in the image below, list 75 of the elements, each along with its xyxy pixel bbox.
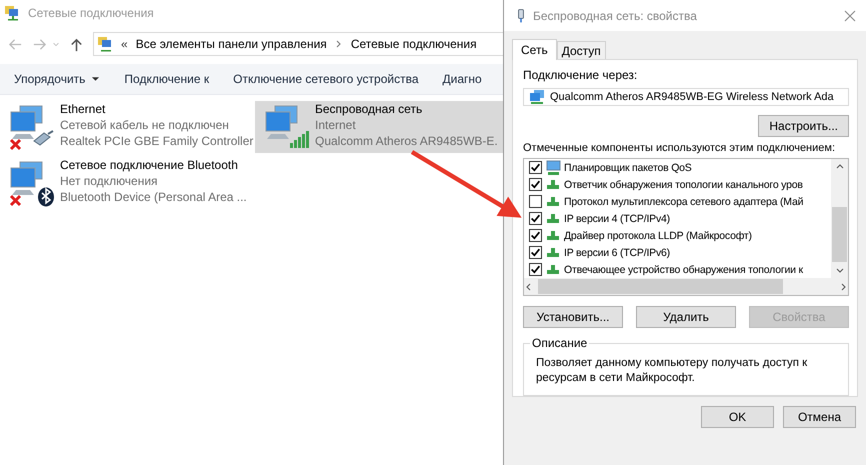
connection-status: Internet [315,117,357,133]
tab[interactable]: Доступ [556,41,606,59]
toolbar-button[interactable]: Отключение сетевого устройства [225,68,426,90]
connection-status: Нет подключения [60,173,159,189]
component-label: IP версии 6 (TCP/IPv6) [564,246,670,258]
close-icon[interactable] [844,10,856,22]
connection-status: Сетевой кабель не подключен [60,117,230,133]
group-title: Описание [530,336,590,350]
checkbox[interactable] [529,263,542,276]
component-label: Планировщик пакетов QoS [564,162,692,174]
component-item[interactable]: IP версии 6 (TCP/IPv6) [529,244,831,261]
adapter-name: Qualcomm Atheros AR9485WB-EG Wireless Network Ada [550,91,834,103]
caret-icon [91,76,100,82]
network-protocol-icon [547,214,559,223]
device-name: Qualcomm Atheros AR9485WB-E. [315,133,498,149]
description-text: Позволяет данному компьютеру получать доступ к ресурсам в сети Майкрософт. [536,356,808,386]
connection-item[interactable]: Сетевое подключение Bluetooth Нет подключения Bluetooth Device (Personal Area ... [0,157,255,209]
network-protocol-icon [547,265,559,274]
dialog-button[interactable]: Отмена [783,406,856,428]
component-item[interactable]: Отвечающее устройство обнаружения топологии к [529,261,831,278]
scrollbar-thumb[interactable] [832,207,847,262]
device-name: Realtek PCIe GBE Family Controller [60,133,254,149]
network-protocol-icon [547,231,559,240]
component-item[interactable]: Драйвер протокола LLDP (Майкрософт) [529,227,831,244]
horizontal-scrollbar[interactable] [524,278,848,295]
breadcrumb-item[interactable]: Сетевые подключения [350,37,477,51]
window-title: Сетевые подключения [28,6,154,20]
checkbox[interactable] [529,195,542,208]
network-computers-icon [263,103,311,151]
connection-name: Ethernet [60,101,106,117]
network-computers-icon [529,89,545,105]
component-label: Протокол мультиплексора сетевого адаптера (Май [564,196,804,208]
component-item[interactable]: Ответчик обнаружения топологии канального уров [529,176,831,193]
action-button[interactable]: Удалить [636,306,736,328]
dialog-title: Беспроводная сеть: свойства [533,8,698,22]
network-folder-icon [97,36,113,52]
configure-button[interactable]: Настроить... [758,115,849,137]
network-computers-icon [8,103,56,151]
chevron-right-icon [334,40,343,48]
action-button[interactable]: Установить... [523,306,623,328]
component-item[interactable]: IP версии 4 (TCP/IPv4) [529,210,831,227]
checkbox[interactable] [529,246,542,259]
checkbox[interactable] [529,229,542,242]
vertical-scrollbar[interactable] [831,159,848,278]
connection-name: Сетевое подключение Bluetooth [60,157,239,173]
up-arrow-icon[interactable] [69,36,84,52]
network-protocol-icon [547,248,559,257]
connect-via-label: Подключение через: [523,68,638,82]
toolbar-button[interactable]: Диагно [434,68,490,90]
network-protocol-icon [547,180,559,189]
adapter-icon [517,8,525,24]
components-label: Отмеченные компоненты используются этим подключением: [523,142,836,154]
checkbox[interactable] [529,178,542,191]
component-label: Драйвер протокола LLDP (Майкрософт) [564,230,752,242]
tab[interactable]: Сеть [512,39,557,60]
breadcrumb-item[interactable]: Все элементы панели управления [136,37,327,51]
breadcrumb-overflow[interactable]: « [121,37,128,51]
toolbar-button[interactable]: Упорядочить [6,68,108,90]
network-folder-icon [4,4,20,20]
connection-name: Беспроводная сеть [315,101,424,117]
checkbox[interactable] [529,161,542,174]
scrollbar-thumb[interactable] [538,279,783,294]
monitor-icon [545,160,561,176]
checkbox[interactable] [529,212,542,225]
connection-item[interactable]: Ethernet Сетевой кабель не подключен Realtek PCIe GBE Family Controller [0,101,255,153]
component-item[interactable]: Протокол мультиплексора сетевого адаптера (Май [529,193,831,210]
network-protocol-icon [547,197,559,206]
device-name: Bluetooth Device (Personal Area ... [60,189,247,205]
dialog-button[interactable]: OK [701,406,774,428]
component-label: IP версии 4 (TCP/IPv4) [564,212,670,224]
component-label: Ответчик обнаружения топологии канального уров [564,178,803,190]
component-label: Отвечающее устройство обнаружения топологии к [564,264,803,276]
network-computers-icon [8,159,56,207]
component-item[interactable]: Планировщик пакетов QoS [529,159,831,176]
toolbar-button[interactable]: Подключение к [116,68,218,90]
